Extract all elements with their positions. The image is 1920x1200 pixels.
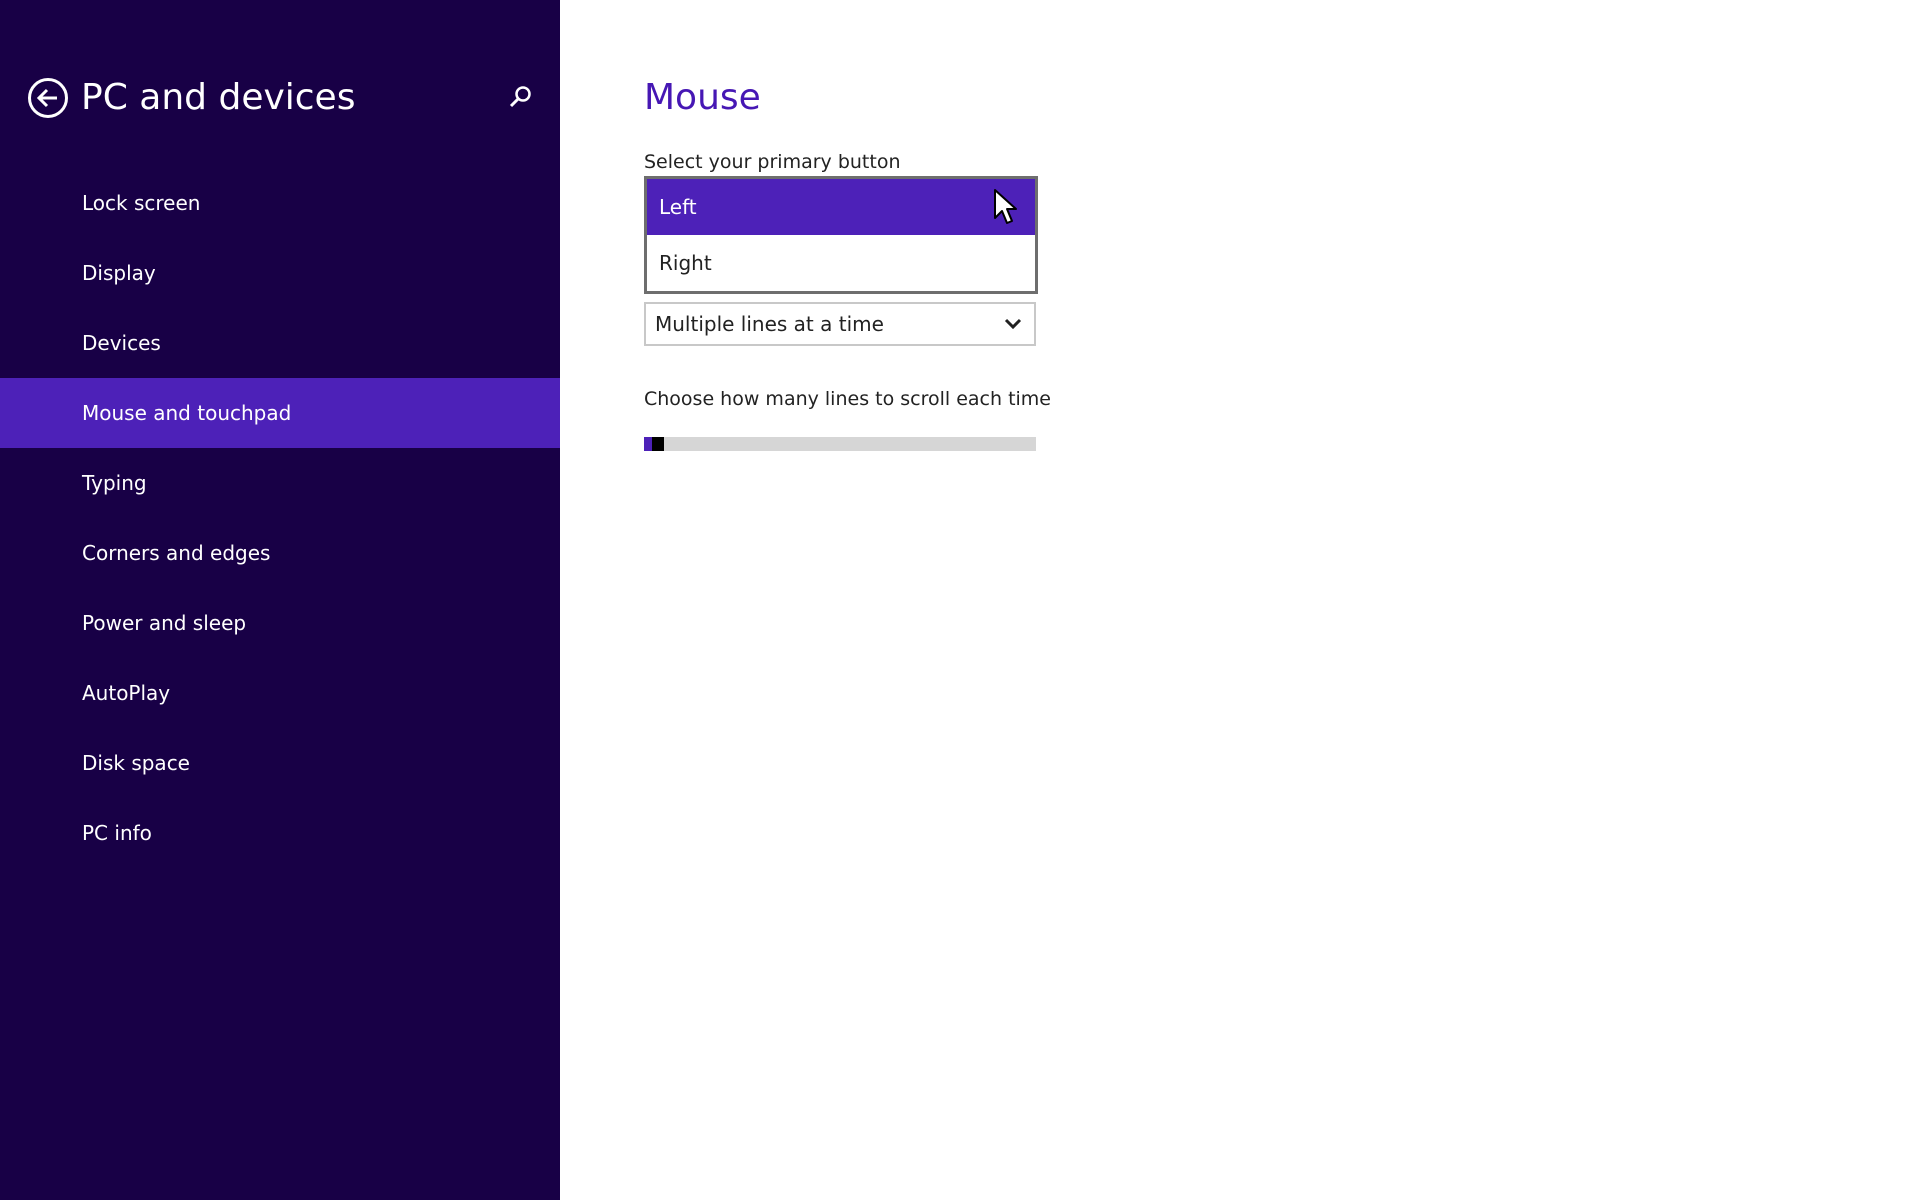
back-arrow-circle-icon (27, 77, 69, 119)
sidebar-item-typing[interactable]: Typing (0, 448, 560, 518)
pc-settings-window: PC and devices Lock screen Display Devic… (0, 0, 1920, 1200)
sidebar-item-lock-screen[interactable]: Lock screen (0, 168, 560, 238)
primary-button-option-right[interactable]: Right (647, 235, 1035, 291)
sidebar-item-pc-info[interactable]: PC info (0, 798, 560, 868)
sidebar: PC and devices Lock screen Display Devic… (0, 0, 560, 1200)
sidebar-item-label: Display (82, 261, 156, 285)
lines-to-scroll-slider[interactable] (644, 437, 1036, 451)
slider-thumb[interactable] (652, 437, 664, 451)
sidebar-item-devices[interactable]: Devices (0, 308, 560, 378)
search-button[interactable] (505, 83, 535, 113)
sidebar-item-mouse-and-touchpad[interactable]: Mouse and touchpad (0, 378, 560, 448)
sidebar-item-autoplay[interactable]: AutoPlay (0, 658, 560, 728)
scroll-mode-value: Multiple lines at a time (655, 312, 884, 336)
back-button[interactable] (27, 77, 69, 119)
sidebar-item-power-and-sleep[interactable]: Power and sleep (0, 588, 560, 658)
sidebar-item-label: Typing (82, 471, 147, 495)
sidebar-item-disk-space[interactable]: Disk space (0, 728, 560, 798)
sidebar-item-corners-and-edges[interactable]: Corners and edges (0, 518, 560, 588)
sidebar-item-label: PC info (82, 821, 152, 845)
sidebar-nav: Lock screen Display Devices Mouse and to… (0, 168, 560, 868)
sidebar-item-label: Corners and edges (82, 541, 271, 565)
slider-track (644, 437, 1036, 451)
sidebar-item-label: Devices (82, 331, 161, 355)
sidebar-item-label: AutoPlay (82, 681, 171, 705)
sidebar-item-label: Disk space (82, 751, 190, 775)
dropdown-option-label: Right (659, 251, 712, 275)
sidebar-item-label: Power and sleep (82, 611, 247, 635)
primary-button-label: Select your primary button (644, 151, 901, 173)
chevron-down-icon (1004, 316, 1022, 332)
scroll-mode-select[interactable]: Multiple lines at a time (644, 302, 1036, 346)
page-title: Mouse (644, 77, 761, 118)
sidebar-item-label: Lock screen (82, 191, 201, 215)
sidebar-item-label: Mouse and touchpad (82, 401, 292, 425)
dropdown-option-label: Left (659, 195, 697, 219)
slider-fill (644, 437, 652, 451)
lines-to-scroll-label: Choose how many lines to scroll each tim… (644, 388, 1051, 410)
sidebar-item-display[interactable]: Display (0, 238, 560, 308)
main-content: Mouse Select your primary button Left Ri… (560, 0, 1920, 1200)
sidebar-title: PC and devices (81, 77, 356, 118)
primary-button-option-left[interactable]: Left (647, 179, 1035, 235)
primary-button-dropdown-list: Left Right (644, 176, 1038, 294)
search-icon (505, 83, 535, 113)
